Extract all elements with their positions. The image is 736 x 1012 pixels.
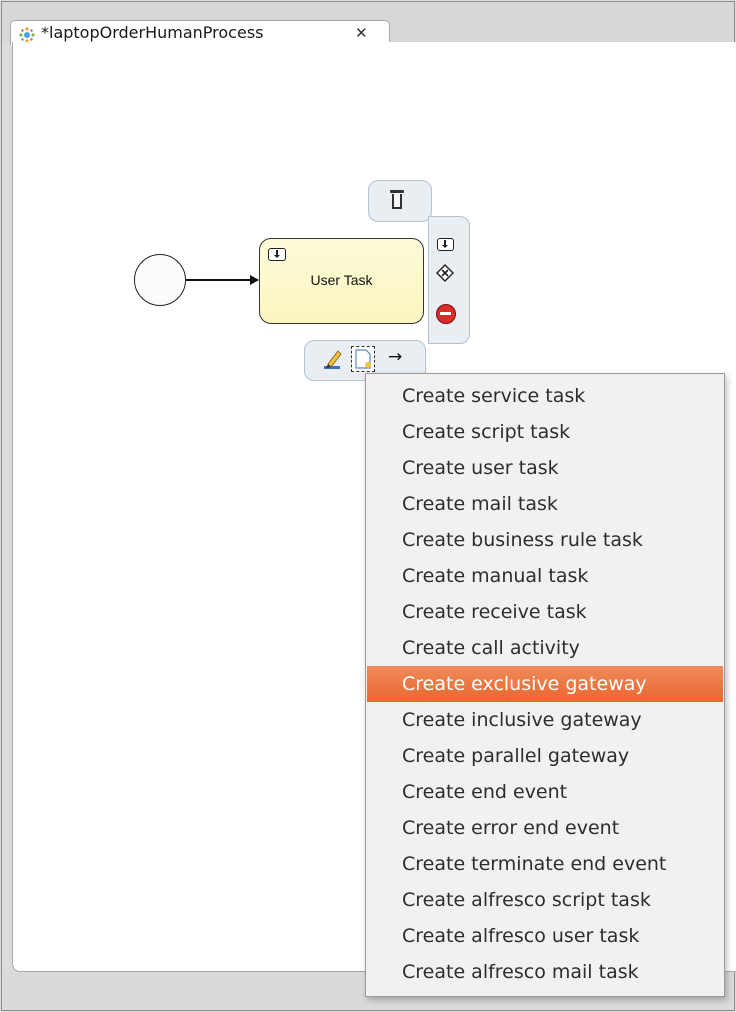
trash-lid	[390, 190, 404, 193]
user-task-label: User Task	[310, 272, 373, 288]
menu-item[interactable]: Create parallel gateway	[367, 738, 723, 774]
menu-item[interactable]: Create error end event	[367, 810, 723, 846]
new-shape-icon[interactable]	[351, 346, 375, 372]
menu-item[interactable]: Create business rule task	[367, 522, 723, 558]
menu-item[interactable]: Create call activity	[367, 630, 723, 666]
menu-item[interactable]: Create user task	[367, 450, 723, 486]
sequence-flow[interactable]	[186, 279, 258, 281]
menu-item[interactable]: Create end event	[367, 774, 723, 810]
create-element-menu: Create service task Create script task Cre…	[365, 373, 725, 997]
menu-item[interactable]: Create terminate end event	[367, 846, 723, 882]
end-event-icon[interactable]	[436, 304, 456, 324]
menu-item[interactable]: Create alfresco user task	[367, 918, 723, 954]
subprocess-icon[interactable]	[437, 238, 454, 251]
trash-icon[interactable]	[390, 190, 404, 210]
menu-item[interactable]: Create service task	[367, 378, 723, 414]
menu-item[interactable]: Create alfresco script task	[367, 882, 723, 918]
menu-item[interactable]: Create inclusive gateway	[367, 702, 723, 738]
menu-item[interactable]: Create alfresco mail task	[367, 954, 723, 990]
tab-title: *laptopOrderHumanProcess	[41, 23, 264, 42]
user-task-marker-icon	[268, 248, 286, 261]
edit-icon[interactable]	[322, 348, 344, 370]
menu-item[interactable]: Create receive task	[367, 594, 723, 630]
new-shape-glyph	[355, 349, 371, 369]
user-task[interactable]: User Task	[259, 238, 424, 324]
sequence-flow-arrowhead	[250, 275, 259, 285]
process-diagram-icon	[19, 27, 35, 43]
menu-item[interactable]: Create exclusive gateway	[367, 666, 723, 702]
menu-item[interactable]: Create mail task	[367, 486, 723, 522]
trash-body	[392, 194, 402, 209]
menu-item[interactable]: Create manual task	[367, 558, 723, 594]
menu-item[interactable]: Create script task	[367, 414, 723, 450]
editor-tab-bar: *laptopOrderHumanProcess ✕	[2, 2, 734, 45]
start-event[interactable]	[134, 254, 186, 306]
connection-arrow-icon[interactable]: →	[388, 346, 402, 368]
gateway-icon[interactable]	[436, 264, 454, 282]
close-icon[interactable]: ✕	[355, 22, 368, 44]
